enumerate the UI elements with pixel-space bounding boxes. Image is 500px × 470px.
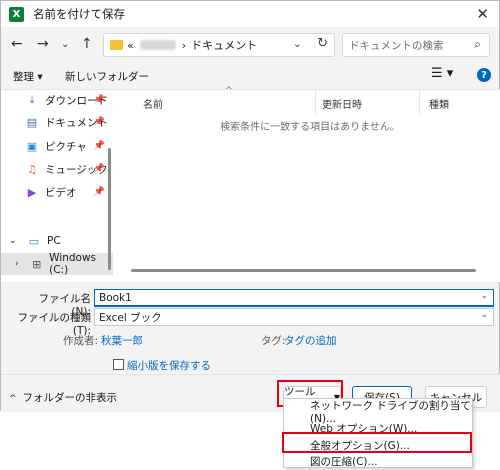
pin-icon[interactable]: 📌 <box>94 187 105 197</box>
pin-icon[interactable]: 📌 <box>94 141 105 151</box>
filetype-value: Excel ブック <box>99 311 162 324</box>
drive-icon: ⊞ <box>32 257 42 271</box>
sidebar-item-videos[interactable]: ▶ ビデオ 📌 <box>9 182 113 202</box>
close-icon[interactable]: ✕ <box>476 5 489 23</box>
pin-icon[interactable]: 📌 <box>94 117 105 127</box>
address-prefix: « <box>127 38 134 52</box>
hide-folders-label: フォルダーの非表示 <box>22 392 118 404</box>
tags-label: タグ: <box>261 335 286 347</box>
tags-value[interactable]: タグの追加 <box>284 333 337 348</box>
folder-icon <box>110 40 123 50</box>
title-bar: X 名前を付けて保存 ✕ <box>1 1 499 27</box>
address-separator: › <box>181 38 187 52</box>
excel-icon: X <box>9 6 24 22</box>
chevron-down-icon[interactable]: ⌄ <box>9 236 19 246</box>
chevron-right-icon[interactable]: › <box>15 259 24 269</box>
help-icon[interactable]: ? <box>477 68 491 82</box>
filetype-select[interactable]: Excel ブック ⌄ <box>94 308 494 326</box>
picture-icon: ▣ <box>26 139 38 153</box>
music-icon: ♫ <box>27 162 37 176</box>
refresh-icon[interactable]: ↻ <box>317 36 328 51</box>
address-current-folder[interactable]: ドキュメント <box>191 37 257 53</box>
arrow-right-icon[interactable]: → <box>37 36 49 52</box>
arrow-left-icon[interactable]: ← <box>11 36 23 52</box>
file-list-scrollbar[interactable] <box>131 269 476 272</box>
sidebar-item-pc[interactable]: ⌄ ▭ PC <box>7 231 111 251</box>
filename-field[interactable]: Book1 ⌄ <box>94 289 494 307</box>
pin-icon[interactable]: 📌 <box>94 164 105 174</box>
sidebar-item-pictures[interactable]: ▣ ピクチャ 📌 <box>9 136 113 156</box>
arrow-up-icon[interactable]: ↑ <box>81 36 93 52</box>
sidebar-item-downloads[interactable]: ⤓ ダウンロード 📌 <box>9 90 113 110</box>
empty-message: 検索条件に一致する項目はありません。 <box>220 122 400 133</box>
pc-icon: ▭ <box>28 234 40 248</box>
sidebar-item-music[interactable]: ♫ ミュージック 📌 <box>9 159 113 179</box>
dialog-title: 名前を付けて保存 <box>33 7 125 21</box>
sort-ascending-icon: ^ <box>225 86 233 96</box>
search-input[interactable]: ドキュメントの検索 ⌕ <box>342 33 490 57</box>
blurred-path-segment <box>139 40 176 50</box>
column-divider[interactable] <box>419 90 420 114</box>
sidebar-item-label: ピクチャ <box>45 140 87 153</box>
new-folder-button[interactable]: 新しいフォルダー <box>65 69 149 84</box>
search-placeholder: ドキュメントの検索 <box>349 39 444 52</box>
column-header-modified[interactable]: 更新日時 <box>322 96 362 111</box>
navigation-bar: ← → ⌄ ↑ « › ドキュメント ⌄ ↻ ドキュメントの検索 ⌕ <box>1 27 499 61</box>
column-header-type[interactable]: 種類 <box>429 96 449 111</box>
thumbnail-label[interactable]: 縮小版を保存する <box>127 358 211 373</box>
save-as-dialog: X 名前を付けて保存 ✕ ← → ⌄ ↑ « › ドキュメント ⌄ ↻ ドキュメ… <box>0 0 500 412</box>
file-list: ^ 名前 更新日時 種類 検索条件に一致する項目はありません。 <box>119 86 500 282</box>
address-bar[interactable]: « › ドキュメント ⌄ ↻ <box>103 33 335 57</box>
menu-item-compress-pictures[interactable]: 図の圧縮(C)... <box>284 453 474 470</box>
column-header-name[interactable]: 名前 <box>143 96 163 111</box>
address-dropdown-icon[interactable]: ⌄ <box>293 37 302 50</box>
sidebar-item-drive-c[interactable]: › ⊞ Windows (C:) <box>1 252 113 276</box>
author-value[interactable]: 秋葉一郎 <box>101 333 143 348</box>
sidebar-item-label: PC <box>47 235 61 247</box>
thumbnail-checkbox[interactable] <box>113 359 124 370</box>
command-bar: 整理 ▾ 新しいフォルダー ☰ ▾ ? <box>1 63 499 89</box>
sidebar-item-label: Windows (C:) <box>49 252 96 276</box>
filename-value: Book1 <box>99 292 132 304</box>
chevron-down-icon[interactable]: ⌄ <box>61 39 69 50</box>
navigation-pane-scrollbar[interactable] <box>108 148 111 270</box>
organize-button[interactable]: 整理 ▾ <box>13 69 43 84</box>
chevron-down-icon[interactable]: ⌄ <box>480 310 488 320</box>
document-icon: ▤ <box>26 115 38 129</box>
pin-icon[interactable]: 📌 <box>94 95 105 105</box>
download-icon: ⤓ <box>29 93 35 106</box>
view-options-icon[interactable]: ☰ ▾ <box>431 66 453 81</box>
hide-folders-toggle[interactable]: ^ フォルダーの非表示 <box>9 390 117 405</box>
search-icon: ⌕ <box>474 37 481 51</box>
chevron-up-icon: ^ <box>9 394 17 404</box>
author-label: 作成者: <box>63 335 99 347</box>
chevron-down-icon[interactable]: ⌄ <box>480 291 488 301</box>
column-divider[interactable] <box>315 90 316 114</box>
browser-area: ⤓ ダウンロード 📌 ▤ ドキュメント 📌 ▣ ピクチャ 📌 ♫ ミュージック … <box>1 86 500 282</box>
sidebar-item-documents[interactable]: ▤ ドキュメント 📌 <box>9 112 113 132</box>
menu-item-map-network-drive[interactable]: ネットワーク ドライブの割り当て(N)... <box>284 400 474 425</box>
video-icon: ▶ <box>27 185 37 199</box>
highlight-general-options <box>282 432 472 453</box>
navigation-pane: ⤓ ダウンロード 📌 ▤ ドキュメント 📌 ▣ ピクチャ 📌 ♫ ミュージック … <box>1 90 119 282</box>
sidebar-item-label: ビデオ <box>45 186 77 199</box>
